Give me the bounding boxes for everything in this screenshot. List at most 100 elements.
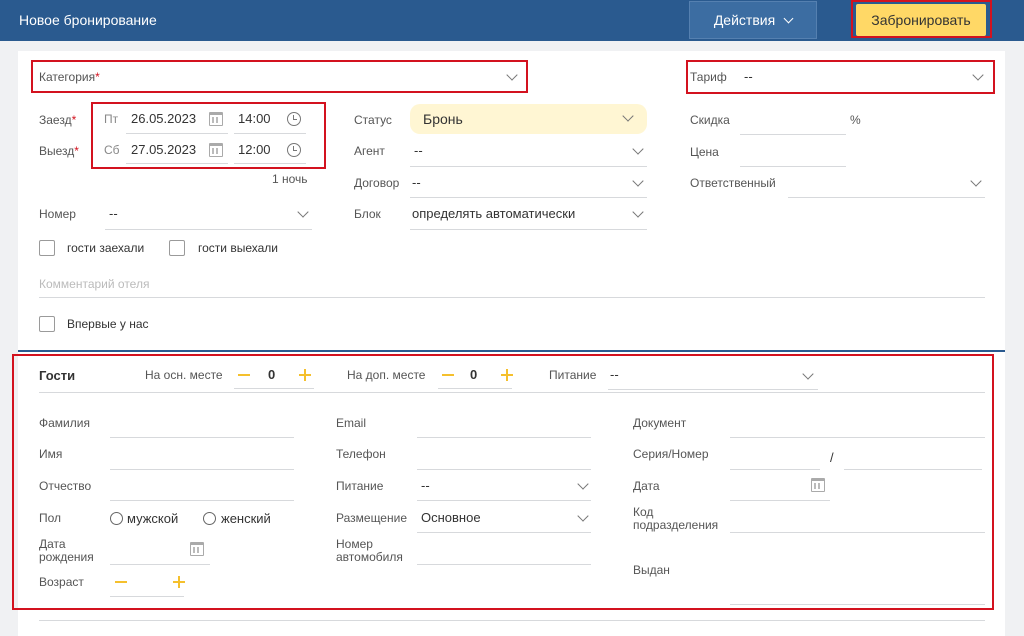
discount-input[interactable] [740, 134, 846, 135]
discount-label: Скидка [690, 113, 730, 127]
dept-code-label-1: Код [633, 505, 654, 519]
placement-value: Основное [421, 510, 481, 525]
category-label: Категория [39, 70, 96, 84]
guests-title: Гости [39, 368, 76, 383]
gender-female-radio[interactable] [203, 512, 216, 525]
top-bar: Новое бронирование Действия Забронироват… [0, 0, 1024, 41]
guests-checked-out-checkbox[interactable] [169, 240, 185, 256]
extra-place-minus-button[interactable] [442, 374, 454, 376]
phone-input[interactable] [417, 469, 591, 470]
required-mark: * [95, 70, 100, 84]
block-label: Блок [354, 207, 381, 221]
tariff-select[interactable]: Тариф -- [690, 66, 990, 90]
clock-icon[interactable] [287, 112, 301, 126]
clock-icon[interactable] [287, 143, 301, 157]
hotel-comment-input[interactable]: Комментарий отеля [39, 277, 149, 291]
calendar-icon[interactable] [209, 143, 223, 157]
lastname-input[interactable] [110, 437, 294, 438]
main-place-plus-button[interactable] [299, 369, 311, 381]
discount-unit: % [850, 113, 861, 127]
main-place-minus-button[interactable] [238, 374, 250, 376]
calendar-icon[interactable] [190, 542, 204, 556]
contract-select[interactable]: -- [410, 171, 647, 197]
contract-value: -- [412, 175, 421, 190]
doc-date-input[interactable] [730, 500, 830, 501]
chevron-down-icon [577, 478, 589, 490]
car-number-label-2: автомобиля [336, 550, 403, 564]
series-input[interactable] [730, 469, 820, 470]
gender-label: Пол [39, 511, 62, 525]
status-label: Статус [354, 113, 392, 127]
document-input[interactable] [730, 437, 985, 438]
birthdate-label-2: рождения [39, 550, 94, 564]
checkin-date-input[interactable]: 26.05.2023 [131, 111, 196, 126]
tariff-label: Тариф [690, 70, 727, 84]
series-separator: / [830, 450, 834, 465]
price-input[interactable] [740, 166, 846, 167]
gender-female-label: женский [221, 511, 271, 526]
email-input[interactable] [417, 437, 591, 438]
chevron-down-icon [506, 69, 518, 81]
meal-value: -- [610, 367, 619, 382]
gender-male-radio[interactable] [110, 512, 123, 525]
chevron-down-icon [632, 175, 644, 187]
extra-place-count[interactable]: 0 [470, 367, 477, 382]
guests-checked-in-label: гости заехали [67, 241, 145, 255]
block-select[interactable]: определять автоматически [410, 202, 647, 228]
age-input[interactable] [110, 596, 184, 597]
calendar-icon[interactable] [811, 478, 825, 492]
car-number-input[interactable] [417, 564, 591, 565]
age-plus-button[interactable] [173, 576, 185, 588]
phone-label: Телефон [336, 447, 386, 461]
calendar-icon[interactable] [209, 112, 223, 126]
meal-select[interactable]: -- [608, 364, 818, 388]
main-place-label: На осн. месте [145, 368, 223, 382]
booking-panel: Категория* Тариф -- Заезд* Пт 26.05.2023… [18, 51, 1005, 350]
checkout-date-input[interactable]: 27.05.2023 [131, 142, 196, 157]
required-mark: * [71, 113, 77, 127]
contract-label: Договор [354, 176, 400, 190]
responsible-select[interactable] [788, 171, 985, 197]
issued-input[interactable] [730, 604, 985, 605]
age-label: Возраст [39, 575, 84, 589]
book-button[interactable]: Забронировать [856, 4, 986, 36]
number-input[interactable] [844, 469, 982, 470]
age-minus-button[interactable] [115, 581, 127, 583]
guests-checked-in-checkbox[interactable] [39, 240, 55, 256]
guest-meal-value: -- [421, 478, 430, 493]
actions-button[interactable]: Действия [689, 1, 817, 39]
guest-meal-label: Питание [336, 479, 384, 493]
main-place-count[interactable]: 0 [268, 367, 275, 382]
firstname-input[interactable] [110, 469, 294, 470]
price-label: Цена [690, 145, 719, 159]
checkin-time-input[interactable]: 14:00 [238, 111, 271, 126]
category-select[interactable]: Категория* [39, 66, 525, 90]
agent-value: -- [414, 143, 423, 158]
extra-place-plus-button[interactable] [501, 369, 513, 381]
placement-label: Размещение [336, 511, 407, 525]
document-label: Документ [633, 416, 687, 430]
guest-meal-select[interactable]: -- [417, 474, 591, 500]
placement-select[interactable]: Основное [417, 506, 591, 532]
patronymic-input[interactable] [110, 500, 294, 501]
dept-code-input[interactable] [730, 532, 985, 533]
first-time-checkbox[interactable] [39, 316, 55, 332]
chevron-down-icon [577, 510, 589, 522]
checkout-time-input[interactable]: 12:00 [238, 142, 271, 157]
responsible-label: Ответственный [690, 176, 776, 190]
issued-label: Выдан [633, 563, 670, 577]
block-value: определять автоматически [412, 206, 576, 221]
patronymic-label: Отчество [39, 479, 92, 493]
chevron-down-icon [970, 175, 982, 187]
status-select[interactable]: Бронь [410, 104, 647, 134]
room-select[interactable]: -- [105, 203, 312, 229]
room-label: Номер [39, 207, 76, 221]
agent-label: Агент [354, 144, 385, 158]
nights-count: 1 ночь [272, 172, 308, 186]
agent-select[interactable]: -- [410, 139, 647, 165]
birthdate-input[interactable] [110, 564, 210, 565]
chevron-down-icon [783, 13, 794, 23]
guests-checked-out-label: гости выехали [198, 241, 278, 255]
lastname-label: Фамилия [39, 416, 90, 430]
series-number-label: Серия/Номер [633, 447, 709, 461]
